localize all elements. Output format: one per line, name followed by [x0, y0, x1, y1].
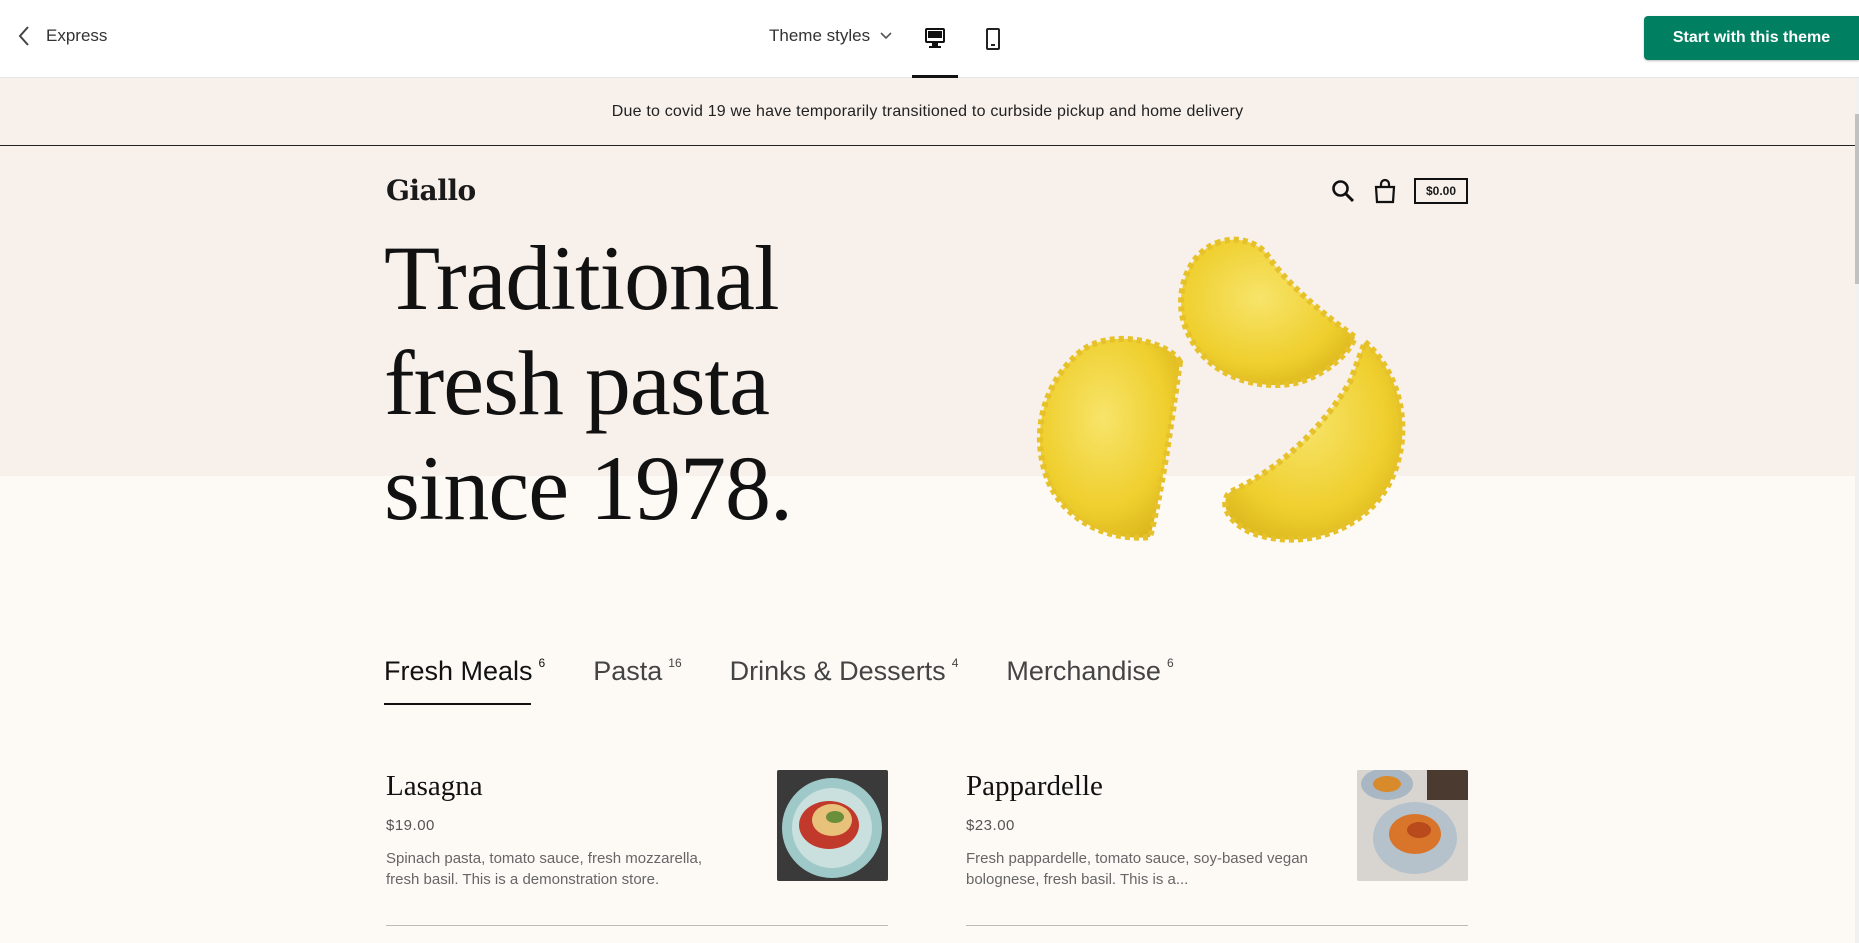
back-link[interactable]: Express	[16, 24, 107, 48]
tab-merchandise[interactable]: Merchandise 6	[1006, 656, 1173, 705]
tab-label: Merchandise	[1006, 656, 1161, 686]
header-actions: $0.00	[1330, 178, 1469, 204]
headline-line: since 1978.	[384, 437, 793, 539]
hero-background	[0, 146, 1855, 476]
tab-count: 6	[1166, 656, 1174, 670]
headline-line: Traditional	[384, 227, 780, 329]
product-description: Fresh pappardelle, tomato sauce, soy-bas…	[966, 850, 1308, 888]
back-label: Express	[46, 26, 108, 45]
tab-count: 16	[668, 656, 682, 670]
search-icon[interactable]	[1330, 178, 1356, 204]
tab-label: Fresh Meals	[384, 656, 533, 686]
cart-total[interactable]: $0.00	[1414, 178, 1469, 204]
scrollbar-thumb[interactable]	[1855, 114, 1859, 284]
product-description: Spinach pasta, tomato sauce, fresh mozza…	[386, 850, 702, 888]
tab-count: 6	[538, 656, 546, 670]
product-card[interactable]: Pappardelle $23.00 Fresh pappardelle, to…	[966, 770, 1468, 926]
tab-fresh-meals[interactable]: Fresh Meals 6	[384, 656, 545, 705]
mobile-icon	[986, 28, 1000, 50]
pappardelle-photo	[1357, 770, 1468, 881]
desktop-view-button[interactable]	[912, 0, 958, 78]
store-logo[interactable]: Giallo	[386, 174, 476, 207]
desktop-icon	[925, 27, 945, 48]
ravioli-image	[1036, 236, 1406, 543]
start-with-theme-button[interactable]: Start with this theme	[1644, 16, 1859, 60]
product-card[interactable]: Lasagna $19.00 Spinach pasta, tomato sau…	[386, 770, 888, 926]
theme-styles-dropdown[interactable]: Theme styles	[769, 26, 892, 46]
editor-topbar: Express Theme styles Start with this the…	[0, 0, 1859, 78]
tab-count: 4	[951, 656, 959, 670]
lasagna-photo	[777, 770, 888, 881]
collection-tabs: Fresh Meals 6 Pasta 16 Drinks & Desserts 4 …	[384, 656, 1174, 705]
shopping-bag-icon[interactable]	[1372, 178, 1398, 204]
chevron-down-icon	[880, 32, 892, 40]
announcement-bar: Due to covid 19 we have temporarily tran…	[0, 78, 1855, 146]
theme-preview: Due to covid 19 we have temporarily tran…	[0, 78, 1855, 943]
tab-label: Drinks & Desserts	[729, 656, 946, 686]
mobile-view-button[interactable]	[970, 0, 1016, 78]
chevron-left-icon	[18, 26, 29, 46]
tab-drinks-desserts[interactable]: Drinks & Desserts 4	[730, 656, 959, 705]
tab-pasta[interactable]: Pasta 16	[593, 656, 681, 705]
tab-label: Pasta	[593, 656, 663, 686]
headline-line: fresh pasta	[384, 332, 770, 434]
hero-headline: Traditional fresh pasta since 1978.	[384, 226, 793, 541]
preview-scrollbar[interactable]	[1855, 78, 1859, 943]
theme-styles-label: Theme styles	[769, 26, 871, 45]
